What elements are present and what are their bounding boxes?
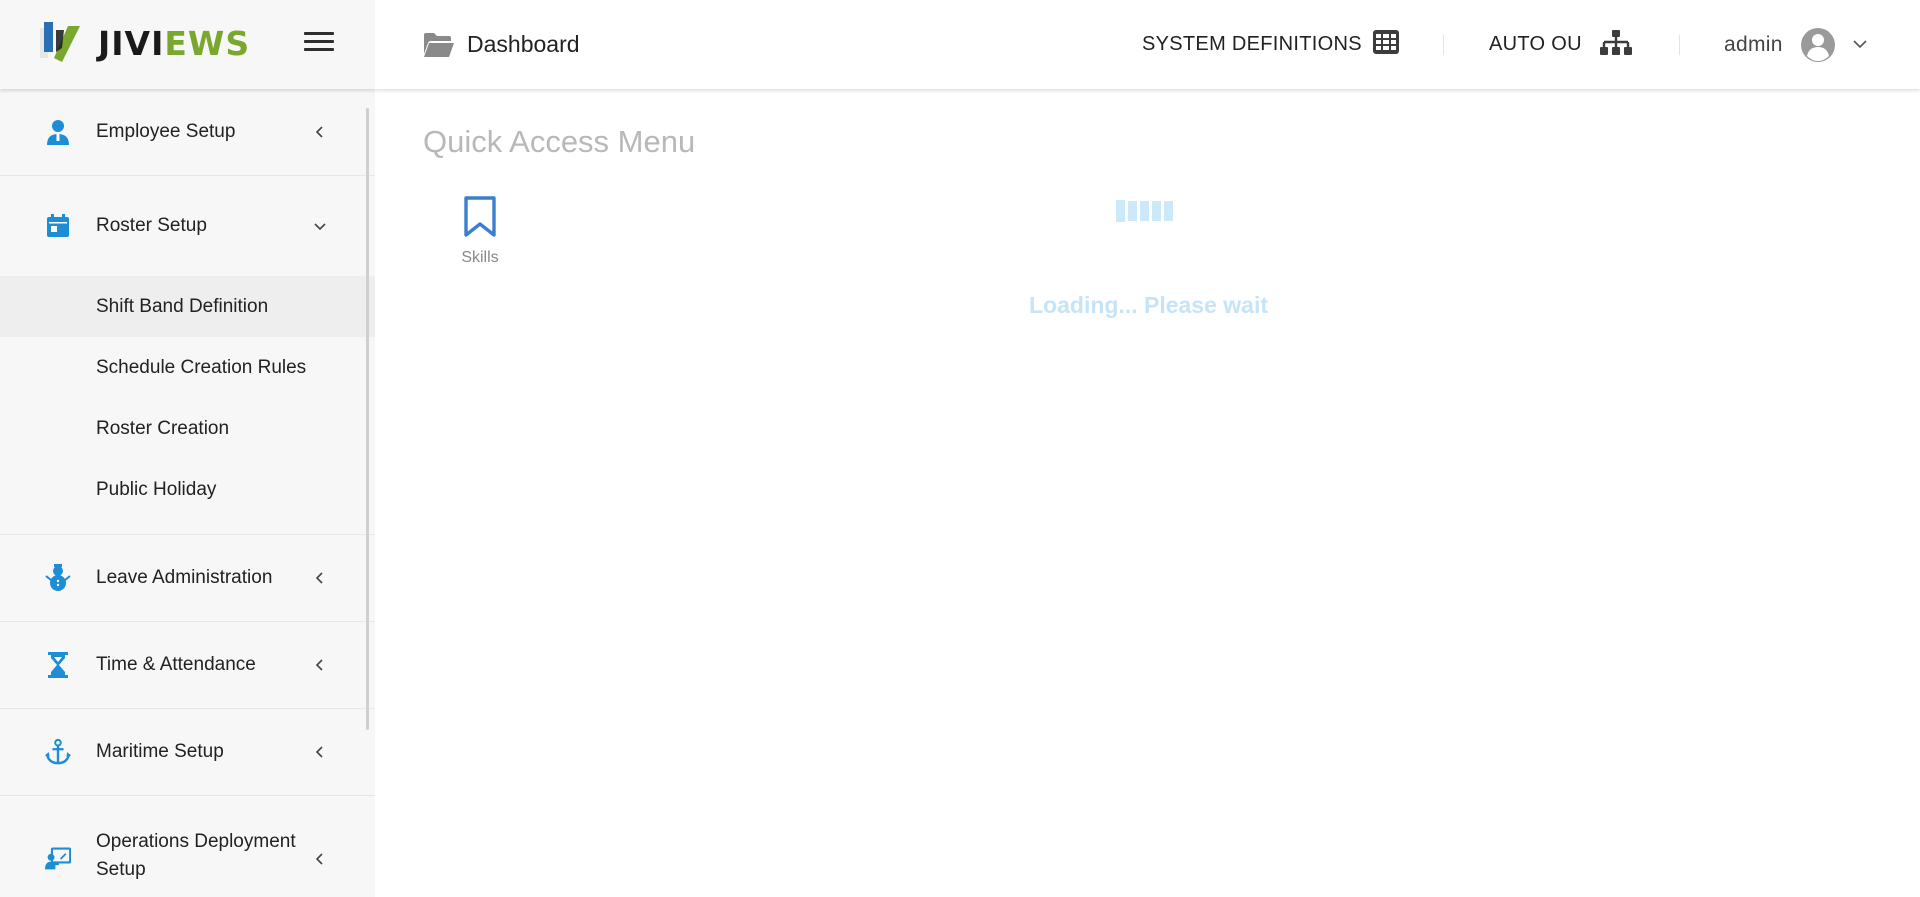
sidebar-item-leave-administration[interactable]: Leave Administration xyxy=(0,535,375,622)
sidebar-subitem-schedule-creation-rules[interactable]: Schedule Creation Rules xyxy=(0,337,375,398)
brand-name: JIVIEWS xyxy=(98,22,250,66)
chevron-down-icon xyxy=(314,223,326,231)
loader-bar xyxy=(1152,201,1161,221)
menu-toggle-button[interactable] xyxy=(304,32,334,56)
sidebar-item-label: Roster Setup xyxy=(96,215,207,236)
sidebar-subitem-label: Public Holiday xyxy=(96,478,217,500)
avatar[interactable] xyxy=(1800,27,1836,63)
page-title: Quick Access Menu xyxy=(423,124,696,159)
sidebar-subitem-label: Schedule Creation Rules xyxy=(96,356,307,378)
calendar-icon xyxy=(45,213,71,239)
sidebar-subitem-label: Roster Creation xyxy=(96,417,230,439)
loading-spinner xyxy=(1116,200,1173,222)
brand-name-part2: EWS xyxy=(164,24,251,63)
sidebar-scrollbar[interactable] xyxy=(366,108,369,730)
sidebar-item-employee-setup[interactable]: Employee Setup xyxy=(0,89,375,176)
sidebar-item-label: Employee Setup xyxy=(96,121,236,142)
sidebar-subitem-public-holiday[interactable]: Public Holiday xyxy=(0,459,375,520)
folder-open-icon xyxy=(424,33,454,57)
hourglass-icon xyxy=(45,652,71,678)
header-divider xyxy=(1679,35,1680,55)
breadcrumb: Dashboard xyxy=(467,31,580,57)
tile-label: Skills xyxy=(461,249,499,266)
system-definitions-link[interactable]: SYSTEM DEFINITIONS xyxy=(1142,33,1362,56)
sidebar: JIVIEWS Employee Setup Roster Setup Shif… xyxy=(0,0,375,897)
header-divider xyxy=(1443,35,1444,55)
sidebar-item-label: Leave Administration xyxy=(96,567,273,588)
person-icon xyxy=(45,119,71,145)
anchor-icon xyxy=(45,738,71,765)
chevron-down-icon[interactable] xyxy=(1853,39,1867,49)
chevron-left-icon xyxy=(315,572,323,584)
loader-bar xyxy=(1140,201,1149,221)
loader-bar xyxy=(1128,201,1137,221)
quick-access-tile-skills[interactable]: Skills xyxy=(455,196,505,267)
presentation-icon xyxy=(45,846,71,872)
snowman-icon xyxy=(45,564,71,591)
top-header: Dashboard SYSTEM DEFINITIONS AUTO OU adm… xyxy=(375,0,1920,89)
sidebar-item-time-attendance[interactable]: Time & Attendance xyxy=(0,622,375,709)
sidebar-subitem-label: Shift Band Definition xyxy=(96,295,269,317)
loader-bar xyxy=(1116,200,1125,222)
loader-bar xyxy=(1164,201,1173,221)
sidebar-item-roster-setup[interactable]: Roster Setup xyxy=(0,176,375,276)
hamburger-line xyxy=(304,32,334,35)
jiviews-logo xyxy=(40,22,80,62)
chevron-left-icon xyxy=(315,852,323,865)
sidebar-item-label: Time & Attendance xyxy=(96,654,256,675)
sidebar-item-label: Maritime Setup xyxy=(96,741,224,762)
bookmark-icon xyxy=(464,196,496,237)
hamburger-line xyxy=(304,40,334,43)
brand-bar: JIVIEWS xyxy=(0,0,375,89)
hamburger-line xyxy=(304,48,334,51)
sidebar-subitem-shift-band-definition[interactable]: Shift Band Definition xyxy=(0,276,375,337)
sidebar-item-operations-deployment-setup[interactable]: Operations Deployment Setup xyxy=(0,796,375,897)
auto-ou-link[interactable]: AUTO OU xyxy=(1489,33,1582,56)
sidebar-subitem-roster-creation[interactable]: Roster Creation xyxy=(0,398,375,459)
org-chart-icon[interactable] xyxy=(1600,29,1632,57)
sidebar-item-label: Operations Deployment Setup xyxy=(96,831,296,880)
roster-submenu: Shift Band Definition Schedule Creation … xyxy=(0,276,375,535)
user-name[interactable]: admin xyxy=(1724,33,1783,57)
loading-text: Loading... Please wait xyxy=(1029,292,1269,318)
sidebar-nav: Employee Setup Roster Setup Shift Band D… xyxy=(0,89,375,897)
sidebar-item-maritime-setup[interactable]: Maritime Setup xyxy=(0,709,375,796)
chevron-left-icon xyxy=(315,659,323,671)
grid-table-icon[interactable] xyxy=(1372,29,1400,55)
chevron-left-icon xyxy=(315,746,323,758)
chevron-left-icon xyxy=(315,126,323,138)
brand-name-part1: JIVI xyxy=(98,24,165,63)
